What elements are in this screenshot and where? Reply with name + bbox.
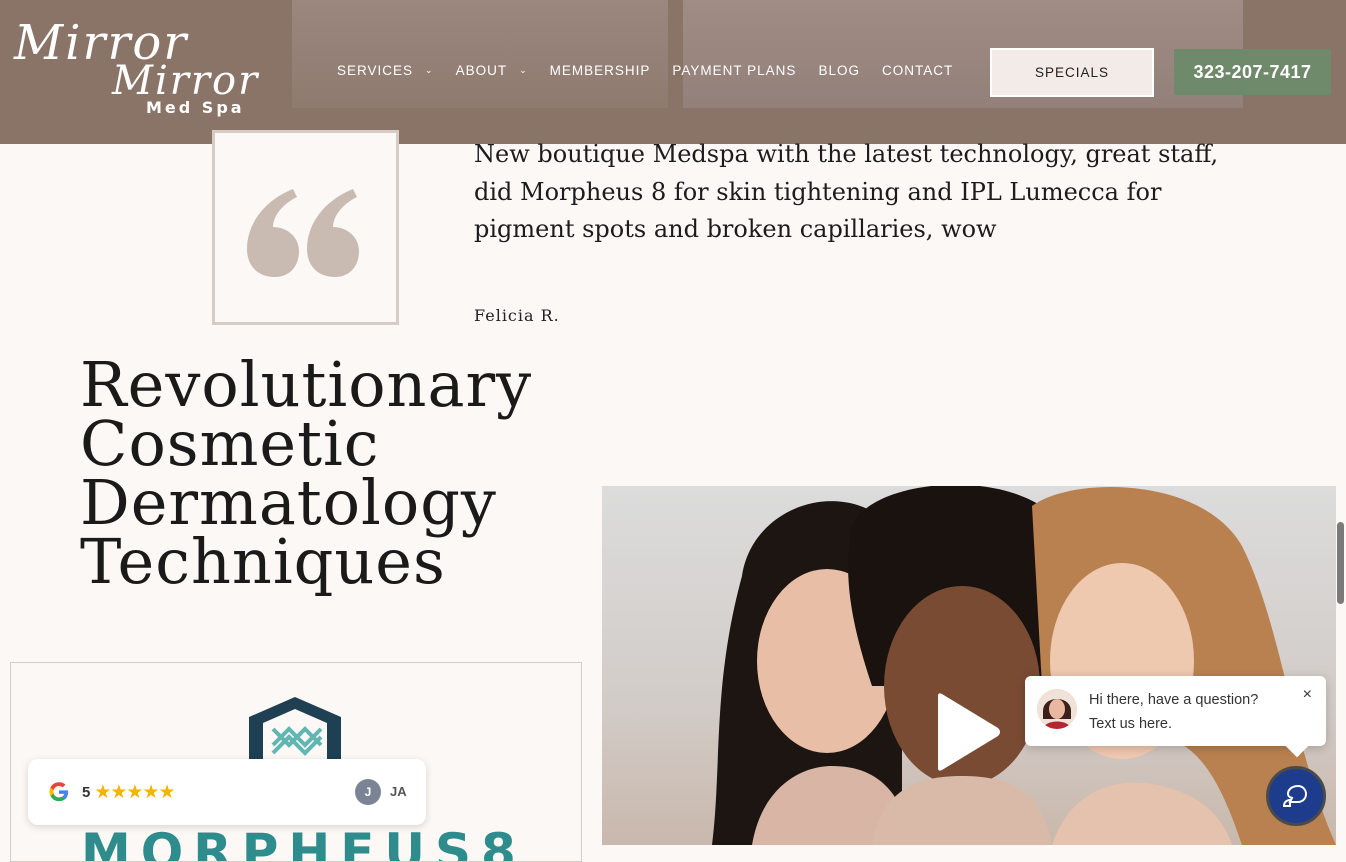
- scrollbar-thumb[interactable]: [1337, 522, 1344, 604]
- specials-button[interactable]: SPECIALS: [990, 48, 1154, 97]
- nav-item-contact[interactable]: CONTACT: [882, 63, 953, 78]
- chat-agent-avatar: [1037, 689, 1077, 729]
- phone-button[interactable]: 323-207-7417: [1174, 49, 1331, 95]
- nav-item-services[interactable]: SERVICES ⌄: [337, 63, 434, 78]
- chat-message: Hi there, have a question? Text us here.: [1089, 688, 1299, 736]
- chat-launcher-button[interactable]: [1266, 766, 1326, 826]
- header-background-photo: [683, 0, 1243, 108]
- site-logo[interactable]: Mirror Mirror Med Spa: [14, 19, 257, 120]
- morpheus-wordmark: MORPHEUS8: [81, 823, 526, 862]
- nav-label: CONTACT: [881, 63, 954, 78]
- chat-prompt[interactable]: Hi there, have a question? Text us here.…: [1025, 676, 1326, 746]
- section-headline: Revolutionary Cosmetic Dermatology Techn…: [80, 354, 600, 593]
- quote-mark-icon: [247, 189, 359, 277]
- chat-message-line: Text us here.: [1089, 716, 1173, 732]
- chat-message-line: Hi there, have a question?: [1089, 692, 1259, 708]
- headline-line: Techniques: [80, 525, 446, 598]
- play-icon[interactable]: [934, 692, 1004, 772]
- video-player[interactable]: [602, 486, 1336, 845]
- google-icon: [49, 782, 69, 802]
- testimonial-author: Felicia R.: [474, 306, 560, 325]
- star-rating-icon: ★★★★★: [94, 781, 175, 803]
- nav-label: MEMBERSHIP: [549, 63, 651, 78]
- nav-item-payment-plans[interactable]: PAYMENT PLANS: [672, 63, 796, 78]
- nav-label: SERVICES: [337, 63, 414, 78]
- header-background-photo: [292, 0, 668, 108]
- morpheus-logo-icon: [249, 697, 341, 767]
- nav-label: BLOG: [818, 63, 860, 78]
- main-nav: SERVICES ⌄ ABOUT ⌄ MEMBERSHIP PAYMENT PL…: [337, 63, 975, 78]
- rating-value: 5: [82, 783, 91, 801]
- logo-subtitle: Med Spa: [146, 98, 245, 117]
- nav-item-about[interactable]: ABOUT ⌄: [456, 63, 528, 78]
- nav-item-blog[interactable]: BLOG: [818, 63, 860, 78]
- chevron-down-icon: ⌄: [519, 65, 528, 75]
- reviewer-name: JA: [390, 784, 407, 799]
- site-header: Mirror Mirror Med Spa SERVICES ⌄ ABOUT ⌄…: [0, 0, 1346, 144]
- close-icon[interactable]: ×: [1303, 686, 1312, 704]
- chat-icon: [1282, 784, 1308, 807]
- video-thumbnail-image: [712, 486, 1336, 845]
- chevron-down-icon: ⌄: [425, 65, 434, 75]
- reviewer-avatar: J: [355, 779, 381, 805]
- nav-item-membership[interactable]: MEMBERSHIP: [550, 63, 651, 78]
- quote-icon-box: [212, 130, 399, 325]
- nav-label: ABOUT: [455, 63, 508, 78]
- testimonial-text: New boutique Medspa with the latest tech…: [474, 140, 1219, 243]
- google-reviews-widget[interactable]: 5 ★★★★★ J JA: [28, 759, 426, 825]
- nav-label: PAYMENT PLANS: [672, 63, 797, 78]
